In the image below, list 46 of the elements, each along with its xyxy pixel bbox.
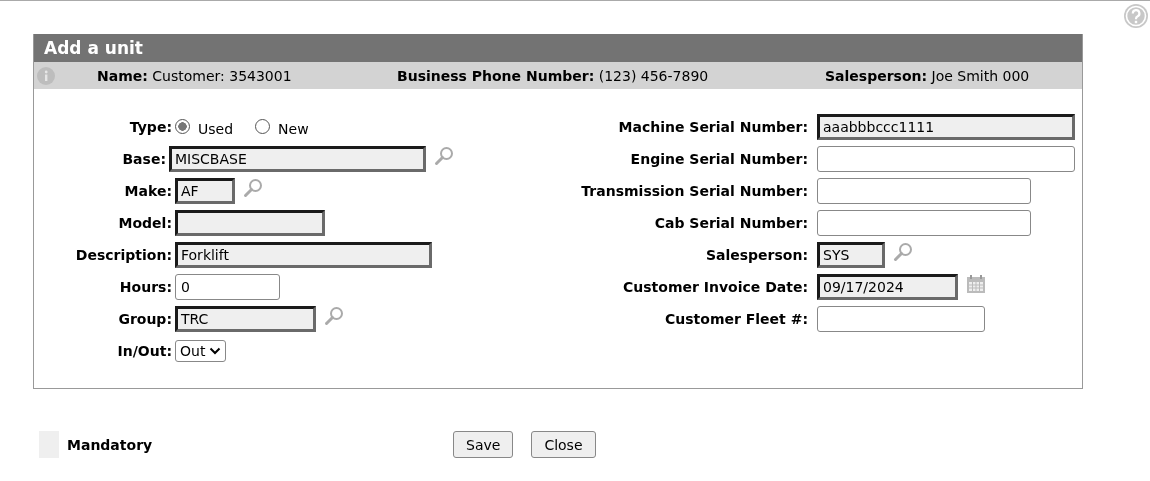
input-field[interactable]: aaabbbccc1111 [817,114,1075,140]
help-icon[interactable] [1123,3,1149,29]
field-label: Base: [121,151,166,167]
field-label: Description: [74,247,172,263]
field-label: In/Out: [116,343,172,359]
input-field[interactable]: 0 [175,274,280,300]
input-field[interactable]: MISCBASE [169,146,426,172]
input-field[interactable] [817,306,985,332]
input-field[interactable] [817,210,1031,236]
dialog-title: Add a unit [44,38,143,58]
info-text: Name: Customer: 3543001 [97,67,293,84]
field-label: Machine Serial Number: [617,119,808,135]
search-icon[interactable] [434,146,454,166]
input-field[interactable] [175,210,325,236]
field-label: Salesperson: [704,247,808,263]
search-icon[interactable] [893,242,913,262]
field-label: Model: [117,215,172,231]
input-field[interactable] [817,146,1075,172]
field-label: Hours: [118,279,172,295]
input-field[interactable]: AF [175,178,235,204]
dropdown[interactable]: Out [175,340,227,362]
radio-option[interactable]: Used [175,117,234,137]
dialog-button[interactable]: Save [453,431,514,458]
legend-label: Mandatory [67,436,153,453]
calendar-icon[interactable] [966,274,986,294]
field-label: Type: [128,119,172,135]
field-label: Cab Serial Number: [653,215,808,231]
input-field[interactable]: Forklift [175,242,432,268]
field-label: Transmission Serial Number: [580,183,808,199]
input-field[interactable]: SYS [817,242,885,268]
field-label: Customer Invoice Date: [622,279,808,295]
info-text: Business Phone Number: (123) 456-7890 [397,67,710,84]
dialog-button[interactable]: Close [531,431,596,458]
field-label: Customer Fleet #: [664,311,808,327]
field-label: Engine Serial Number: [629,151,808,167]
search-icon[interactable] [243,178,263,198]
radio-option[interactable]: New [255,117,309,137]
field-label: Group: [117,311,172,327]
search-icon[interactable] [324,306,344,326]
field-label: Make: [123,183,172,199]
chevron-icon [209,347,222,355]
input-field[interactable] [817,178,1031,204]
input-field[interactable]: 09/17/2024 [817,274,958,300]
info-text: Salesperson: Joe Smith 000 [825,67,1031,84]
info-icon [37,66,55,85]
input-field[interactable]: TRC [175,306,316,332]
